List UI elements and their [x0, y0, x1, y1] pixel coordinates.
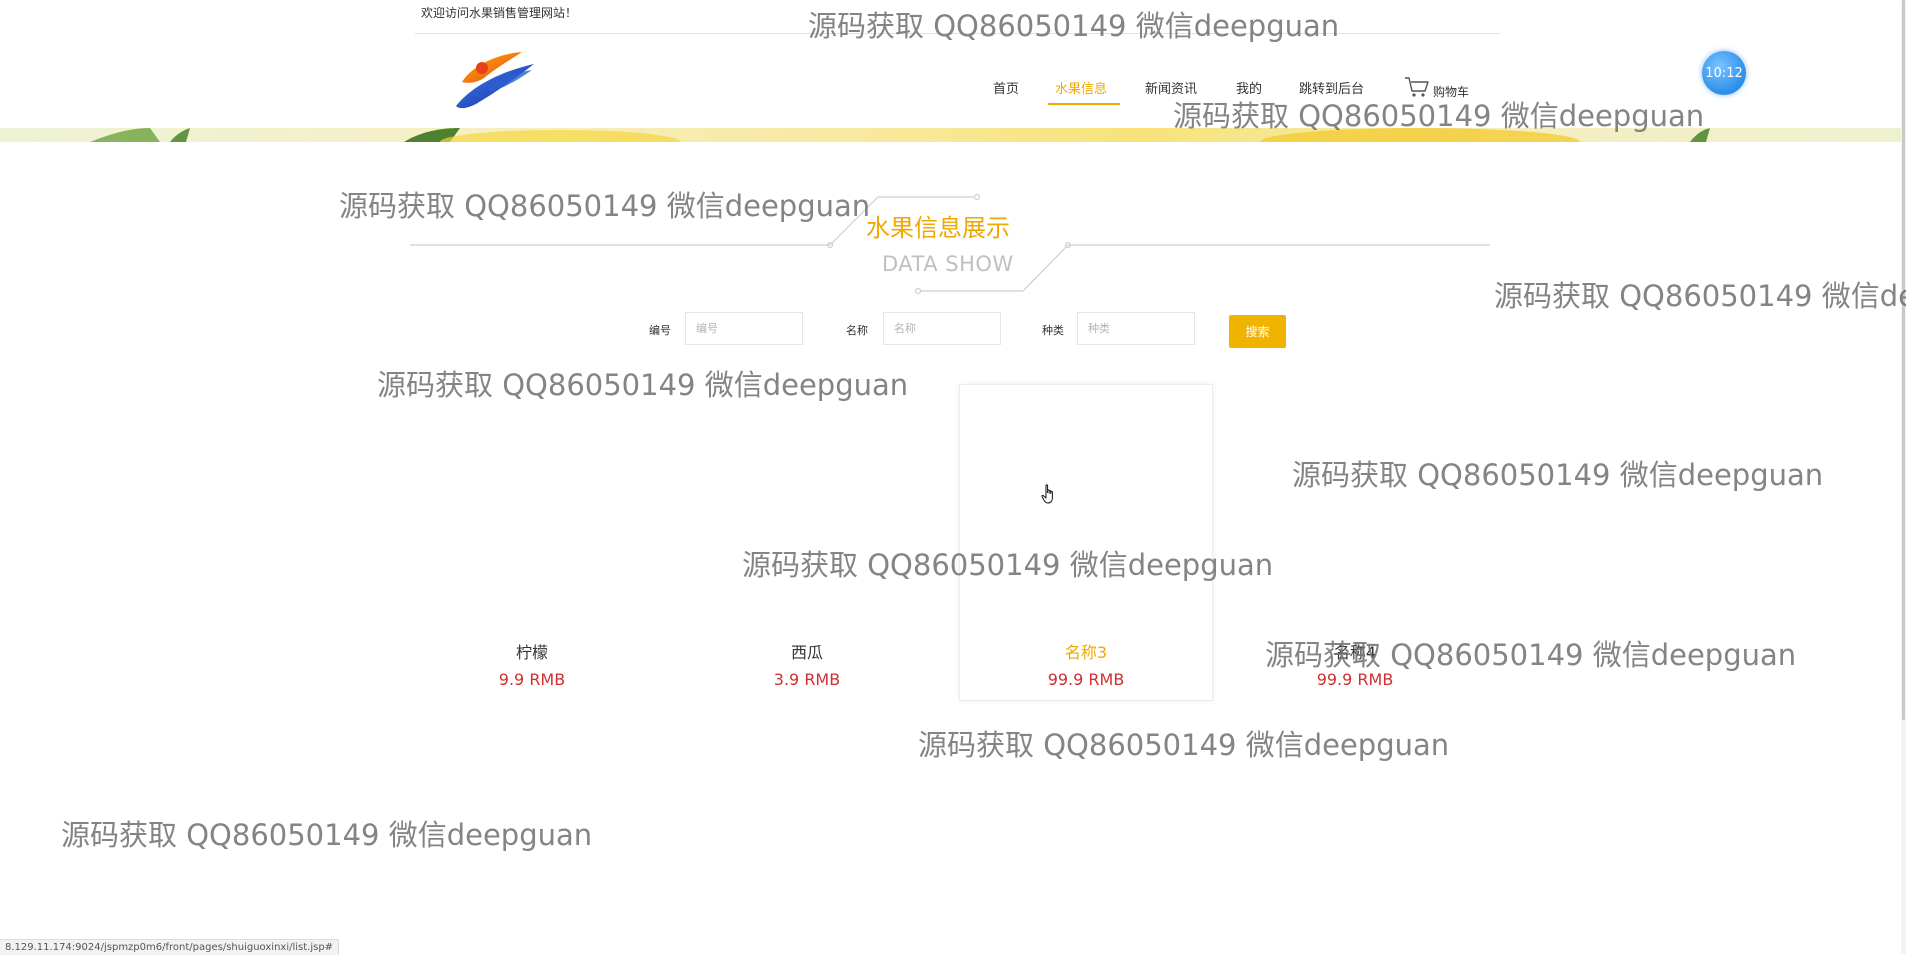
search-label-name: 名称 [846, 324, 868, 337]
hand-cursor-icon [1041, 484, 1053, 504]
nav-active-indicator [1048, 103, 1120, 105]
nav-mine[interactable]: 我的 [1236, 78, 1262, 97]
product-name: 柠檬 [515, 643, 548, 662]
search-label-type: 种类 [1042, 324, 1064, 337]
scrollbar-thumb[interactable] [1902, 0, 1905, 720]
search-input-type[interactable] [1077, 312, 1195, 345]
welcome-text: 欢迎访问水果销售管理网站！ [421, 6, 578, 20]
search-input-id[interactable] [685, 312, 803, 345]
product-card[interactable]: 名称4 99.9 RMB [1228, 384, 1482, 701]
nav-cart-label[interactable]: 购物车 [1433, 83, 1469, 100]
status-url: 8.129.11.174:9024/jspmzp0m6/front/pages/… [0, 939, 340, 955]
clock-badge: 10:12 [1702, 51, 1746, 95]
nav-fruit-info[interactable]: 水果信息 [1055, 78, 1107, 97]
banner-image [0, 128, 1906, 142]
product-price: 99.9 RMB [1047, 670, 1125, 689]
product-card[interactable]: 西瓜 3.9 RMB [680, 384, 934, 701]
product-name: 西瓜 [790, 643, 823, 662]
watermark-text: 源码获取 QQ86050149 微信deepguan [808, 9, 1340, 43]
product-name: 名称4 [1333, 643, 1377, 662]
product-price: 3.9 RMB [773, 670, 841, 689]
section-title: 水果信息展示 [866, 214, 1010, 242]
search-button[interactable]: 搜索 [1229, 315, 1286, 348]
nav-home[interactable]: 首页 [993, 78, 1019, 97]
cart-icon[interactable] [1404, 76, 1430, 98]
nav-backend[interactable]: 跳转到后台 [1299, 78, 1364, 97]
nav-news[interactable]: 新闻资讯 [1145, 78, 1197, 97]
watermark-text: 源码获取 QQ86050149 微信deepguan [61, 818, 593, 852]
product-card[interactable]: 柠檬 9.9 RMB [405, 384, 659, 701]
product-price: 99.9 RMB [1316, 670, 1394, 689]
product-price: 9.9 RMB [498, 670, 566, 689]
product-name: 名称3 [1064, 643, 1108, 662]
product-card[interactable]: 名称3 99.9 RMB [959, 384, 1213, 701]
site-logo[interactable] [452, 48, 538, 114]
top-divider [415, 33, 1500, 34]
search-input-name[interactable] [883, 312, 1001, 345]
section-subtitle: DATA SHOW [882, 252, 1014, 276]
watermark-text: 源码获取 QQ86050149 微信deepguan [1494, 279, 1906, 313]
search-label-id: 编号 [649, 324, 671, 337]
watermark-text: 源码获取 QQ86050149 微信deepguan [918, 728, 1450, 762]
